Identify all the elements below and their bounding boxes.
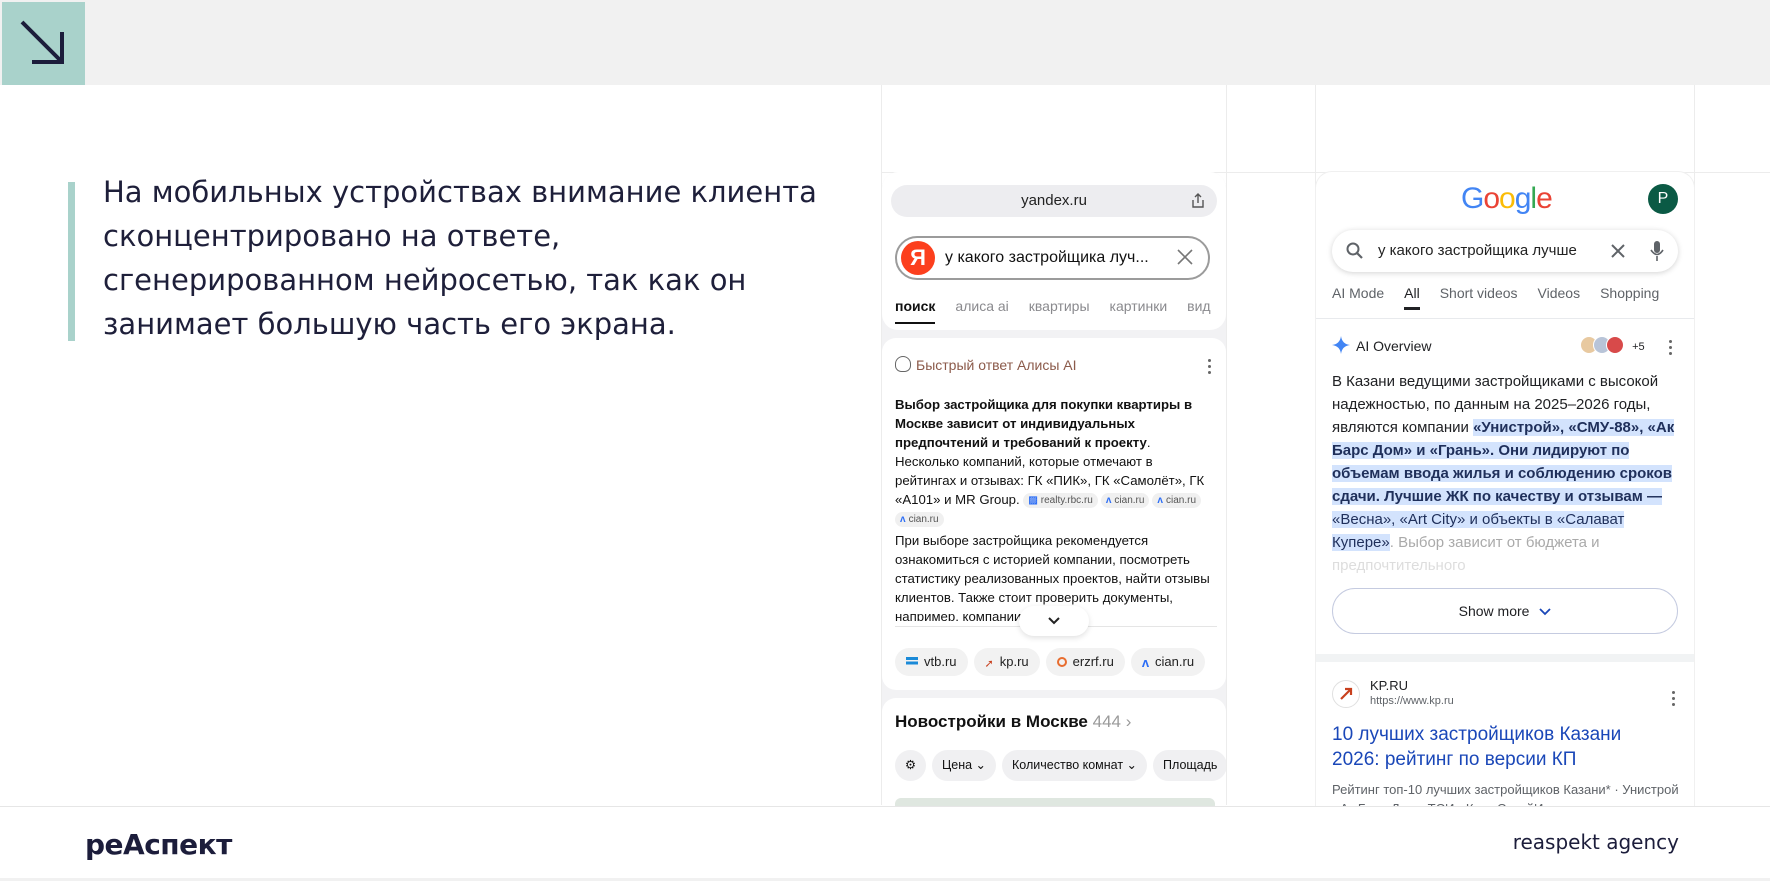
grid-line [1226, 85, 1227, 805]
filter-icon[interactable]: ⚙ [895, 750, 926, 781]
tab-all[interactable]: All [1404, 285, 1420, 310]
answer-paragraph-1: Выбор застройщика для покупки квартиры в… [895, 395, 1217, 528]
result-menu-icon[interactable] [1672, 691, 1676, 709]
result-url: https://www.kp.ru [1370, 695, 1454, 707]
avatar[interactable]: P [1648, 184, 1678, 214]
top-bar [0, 0, 1770, 85]
alice-icon [895, 356, 911, 372]
alice-answer-card: Быстрый ответ Алисы AI Выбор застройщика… [882, 338, 1226, 690]
source-erzrf[interactable]: erzrf.ru [1045, 648, 1125, 676]
source-chip[interactable]: ʌ cian.ru [1152, 493, 1201, 508]
result-title-link[interactable]: 10 лучших застройщиков Казани 2026: рейт… [1332, 722, 1662, 772]
tab-images[interactable]: картинки [1110, 298, 1168, 314]
section-divider [1316, 654, 1694, 662]
ai-source-thumbnails[interactable]: +5 [1580, 336, 1645, 354]
google-tabs: AI Mode All Short videos Videos Shopping [1332, 285, 1679, 310]
close-icon[interactable] [1610, 243, 1626, 259]
ai-overview-text: В Казани ведущими застройщиками с высоко… [1332, 373, 1675, 574]
new-buildings-count: 444 [1092, 712, 1121, 731]
search-query: у какого застройщика лучше [1378, 242, 1577, 259]
yandex-tabs: поиск алиса ai квартиры картинки вид [895, 298, 1226, 324]
expand-button[interactable] [1019, 606, 1089, 636]
new-buildings-card: Новостройки в Москве 444 › ⚙ Цена ⌄ Количе… [882, 698, 1226, 806]
search-icon [1346, 242, 1363, 259]
filter-area[interactable]: Площадь [1153, 750, 1226, 781]
chevron-down-icon [1539, 608, 1551, 616]
tab-search[interactable]: поиск [895, 298, 936, 324]
source-cian[interactable]: ʌ cian.ru [1130, 648, 1206, 676]
agency-name: reaspekt agency [1512, 830, 1679, 854]
address-bar[interactable]: yandex.ru [891, 185, 1217, 217]
address-url: yandex.ru [1021, 192, 1087, 209]
tab-short-videos[interactable]: Short videos [1440, 285, 1518, 301]
share-icon[interactable] [1189, 192, 1207, 210]
footer-divider [0, 806, 1770, 807]
quote-accent-bar [68, 182, 75, 341]
yandex-search-input[interactable]: Я у какого застройщика луч... [895, 236, 1210, 280]
new-buildings-title[interactable]: Новостройки в Москве 444 › [895, 712, 1131, 732]
ai-overview-header: AI Overview [1332, 336, 1431, 354]
tab-ai-mode[interactable]: AI Mode [1332, 285, 1384, 301]
divider [1316, 318, 1694, 319]
filter-rooms[interactable]: Количество комнат ⌄ [1002, 750, 1148, 781]
result-site-name: KP.RU [1370, 678, 1409, 693]
tab-shopping[interactable]: Shopping [1600, 285, 1659, 301]
google-phone-screenshot: Google P у какого застройщика лучше AI M… [1316, 172, 1694, 806]
tab-videos[interactable]: Videos [1538, 285, 1581, 301]
result-description: Рейтинг топ-10 лучших застройщиков Казан… [1332, 782, 1679, 806]
map-preview[interactable] [895, 798, 1215, 806]
yandex-header: yandex.ru Я у какого застройщика луч... … [882, 172, 1226, 330]
answer-header-label: Быстрый ответ Алисы AI [916, 357, 1077, 373]
google-search-input[interactable]: у какого застройщика лучше [1332, 230, 1678, 272]
source-chip[interactable]: ʌ cian.ru [1100, 493, 1150, 508]
tab-video[interactable]: вид [1187, 298, 1210, 314]
grid-line [1694, 85, 1695, 805]
more-menu-icon[interactable] [1669, 340, 1673, 358]
tab-apartments[interactable]: квартиры [1029, 298, 1090, 314]
mic-icon[interactable] [1650, 240, 1664, 262]
google-logo: Google [1461, 182, 1553, 215]
show-more-button[interactable]: Show more [1332, 588, 1678, 634]
more-menu-icon[interactable] [1208, 359, 1212, 377]
ai-overview-label: AI Overview [1356, 338, 1432, 354]
close-icon[interactable] [1176, 248, 1194, 266]
chevron-down-icon [1048, 617, 1060, 625]
yandex-logo: Я [901, 241, 935, 275]
source-chip[interactable]: ▨ realty.rbc.ru [1023, 493, 1098, 508]
main-quote: На мобильных устройствах внимание клиент… [103, 175, 817, 341]
sparkle-icon [1332, 336, 1350, 354]
tab-alice[interactable]: алиса ai [955, 298, 1008, 314]
filter-row: ⚙ Цена ⌄ Количество комнат ⌄ Площадь [895, 750, 1226, 781]
source-chip[interactable]: ʌ cian.ru [895, 512, 944, 527]
source-kp[interactable]: ➚ kp.ru [973, 648, 1040, 676]
reaspekt-logo: реАспект [85, 828, 232, 861]
source-list: vtb.ru ➚ kp.ru erzrf.ru ʌ cian.ru [895, 648, 1211, 676]
source-vtb[interactable]: vtb.ru [895, 648, 968, 676]
arrow-down-right-icon [2, 2, 85, 85]
answer-header: Быстрый ответ Алисы AI [895, 356, 1077, 373]
yandex-phone-screenshot: yandex.ru Я у какого застройщика луч... … [882, 172, 1226, 806]
filter-price[interactable]: Цена ⌄ [932, 750, 997, 781]
kp-favicon-icon [1332, 680, 1360, 708]
search-query: у какого застройщика луч... [945, 249, 1149, 266]
